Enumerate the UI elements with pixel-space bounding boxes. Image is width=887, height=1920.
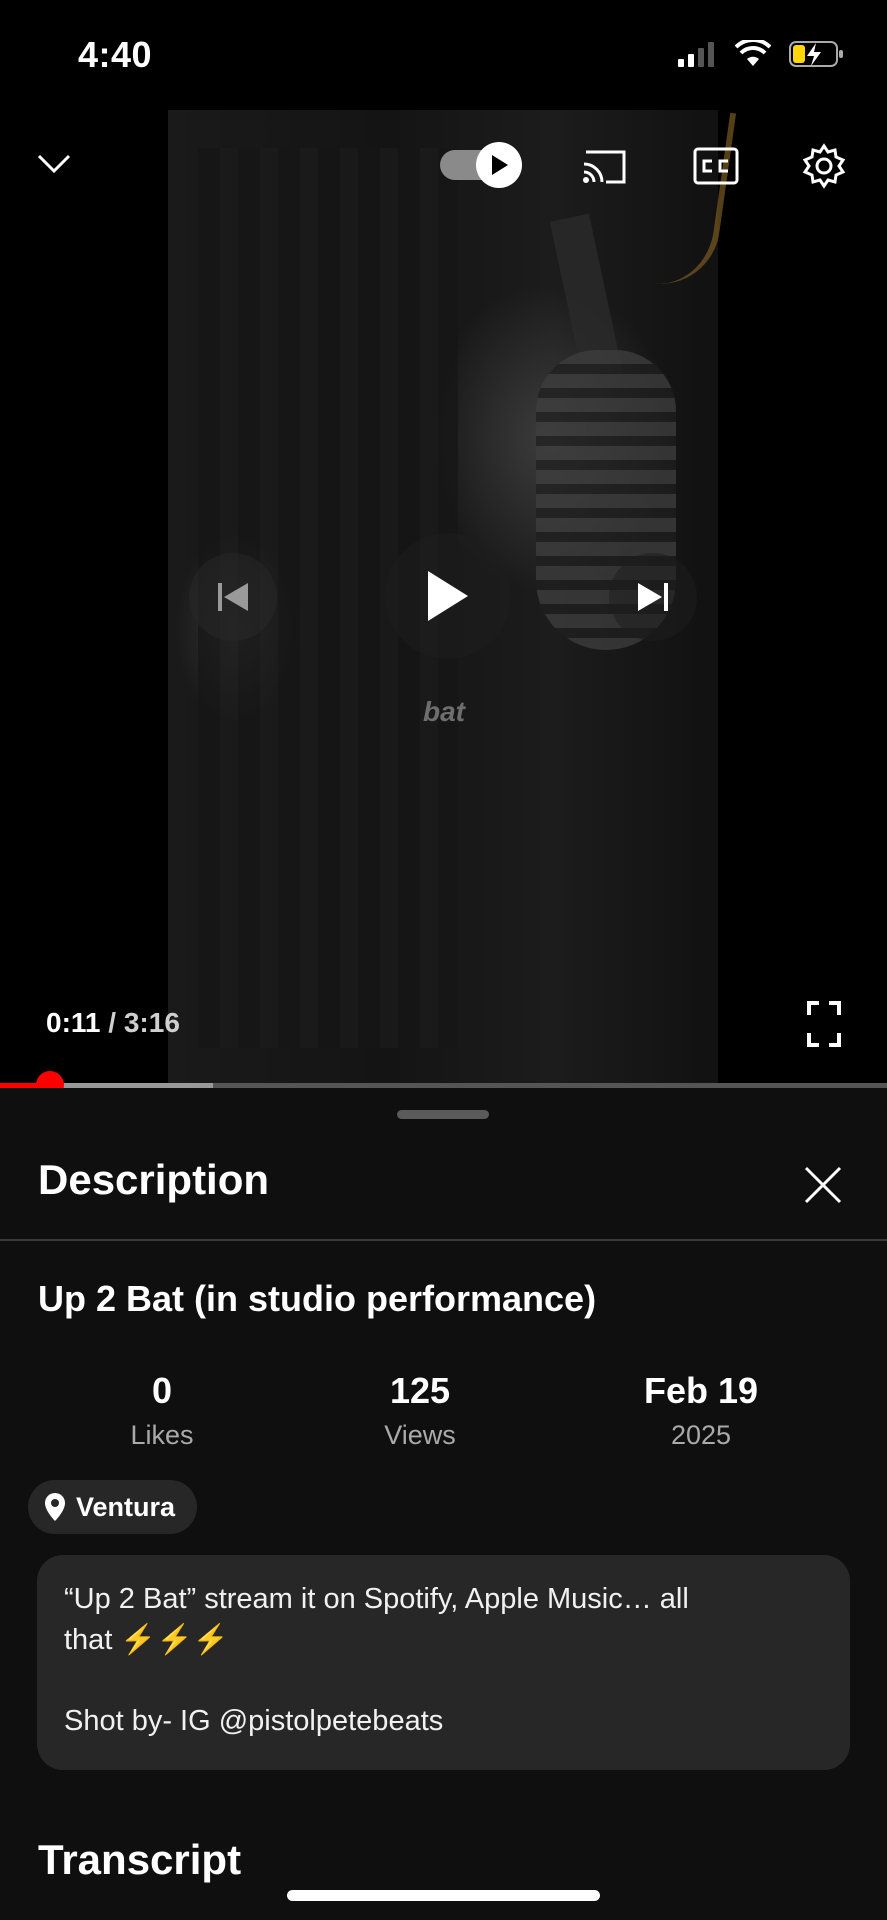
- wifi-icon: [735, 40, 771, 66]
- status-bar: 4:40: [0, 0, 887, 110]
- description-line: that ⚡️⚡️⚡️: [64, 1624, 229, 1656]
- likes-stat: 0 Likes: [62, 1370, 262, 1451]
- video-player[interactable]: bat 0:11 / 3:16: [0, 0, 887, 1085]
- description-panel: Description Up 2 Bat (in studio performa…: [0, 1088, 887, 1920]
- likes-count: 0: [151, 1370, 173, 1411]
- video-caption-text: bat: [423, 696, 465, 727]
- cast-icon: [583, 150, 626, 184]
- fullscreen-icon: [807, 1001, 841, 1047]
- next-icon: [638, 583, 668, 611]
- views-stat: 125 Views: [320, 1370, 520, 1451]
- upload-year: 2025: [670, 1420, 732, 1450]
- fullscreen-button[interactable]: [800, 1000, 848, 1048]
- close-icon: [804, 1166, 842, 1204]
- description-line: Shot by- IG @pistolpetebeats: [64, 1705, 444, 1737]
- description-line: “Up 2 Bat” stream it on Spotify, Apple M…: [64, 1583, 689, 1615]
- previous-video-button[interactable]: [189, 553, 277, 641]
- time-display: 0:11 / 3:16: [46, 1007, 180, 1039]
- previous-icon: [218, 583, 248, 611]
- panel-heading: Description: [38, 1156, 270, 1203]
- status-time: 4:40: [78, 34, 153, 75]
- autoplay-toggle[interactable]: [440, 140, 524, 188]
- chevron-down-icon: [37, 154, 71, 174]
- transcript-heading: Transcript: [38, 1836, 242, 1883]
- divider: [0, 1239, 887, 1241]
- current-time: 0:11: [46, 1007, 101, 1038]
- autoplay-toggle-icon: [476, 142, 522, 188]
- upload-date: Feb 19: [643, 1370, 759, 1411]
- upload-date-stat: Feb 19 2025: [601, 1370, 801, 1451]
- location-pin-icon: [45, 1493, 65, 1521]
- description-text-box[interactable]: “Up 2 Bat” stream it on Spotify, Apple M…: [37, 1555, 850, 1770]
- signal-icon: [678, 42, 714, 67]
- location-label: Ventura: [76, 1491, 176, 1522]
- duration: 3:16: [123, 1007, 180, 1038]
- drag-handle[interactable]: [397, 1110, 489, 1119]
- minimize-player-button[interactable]: [30, 140, 78, 188]
- likes-label: Likes: [130, 1420, 194, 1450]
- home-indicator: [287, 1890, 600, 1901]
- video-title: Up 2 Bat (in studio performance): [38, 1278, 597, 1319]
- play-icon: [428, 571, 468, 621]
- location-chip[interactable]: Ventura: [28, 1480, 198, 1534]
- gear-icon: [802, 143, 846, 189]
- close-button[interactable]: [800, 1162, 846, 1208]
- settings-button[interactable]: [798, 140, 850, 192]
- cast-button[interactable]: [578, 140, 630, 192]
- status-icons: [677, 40, 845, 68]
- closed-captions-button[interactable]: [690, 140, 742, 192]
- gold-strand: [645, 104, 737, 292]
- closed-captions-icon: [693, 147, 739, 185]
- views-label: Views: [384, 1420, 456, 1450]
- video-stats: 0 Likes 125 Views Feb 19 2025: [0, 1370, 887, 1450]
- next-video-button[interactable]: [609, 553, 697, 641]
- play-button[interactable]: [385, 533, 511, 659]
- time-separator: /: [100, 1007, 124, 1038]
- views-count: 125: [389, 1370, 451, 1411]
- battery-charging-icon: [789, 41, 843, 67]
